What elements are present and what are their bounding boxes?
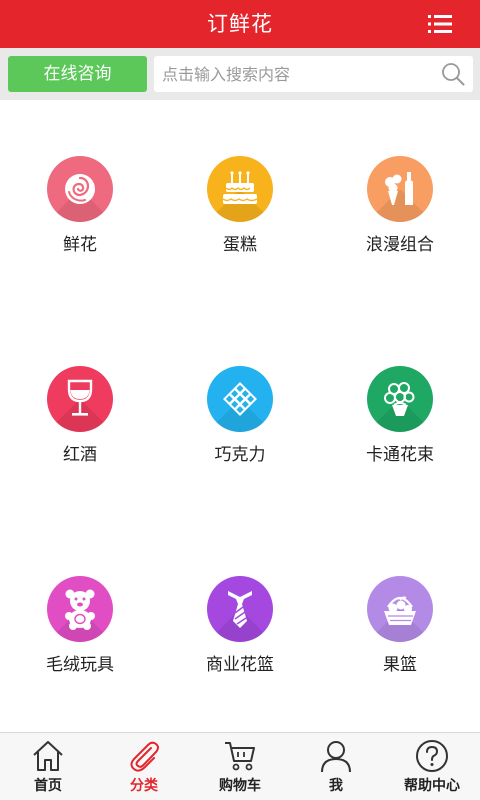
search-bar: 在线咨询: [0, 48, 480, 100]
category-fruit-basket[interactable]: 果篮: [320, 576, 480, 716]
category-chocolate[interactable]: 巧克力: [160, 366, 320, 506]
bouquet-bottle-icon: [385, 172, 413, 205]
cart-icon: [225, 742, 255, 771]
tab-label: 分类: [130, 778, 158, 794]
home-icon: [33, 741, 63, 771]
tab-label: 首页: [34, 778, 62, 794]
flower-bouquet-icon: [384, 382, 415, 416]
paperclip-icon: [130, 741, 159, 772]
category-icon-bg: [47, 366, 113, 432]
category-grid: 鲜花 蛋糕 浪漫组合 红酒 巧克力 卡通花束 毛绒玩具 商业花篮 果篮: [0, 100, 480, 732]
category-label: 毛绒玩具: [46, 655, 114, 675]
category-label: 蛋糕: [223, 235, 257, 255]
search-box[interactable]: [154, 56, 473, 92]
category-cartoon-bouquet[interactable]: 卡通花束: [320, 366, 480, 506]
category-icon-bg: [367, 576, 433, 642]
user-icon: [321, 741, 351, 773]
category-label: 红酒: [63, 445, 97, 465]
category-label: 果篮: [383, 655, 417, 675]
category-flowers[interactable]: 鲜花: [0, 156, 160, 296]
fruit-basket-icon: [384, 596, 416, 625]
category-plush-toys[interactable]: 毛绒玩具: [0, 576, 160, 716]
category-label: 商业花篮: [206, 655, 274, 675]
teddy-bear-icon: [65, 589, 95, 630]
tab-help-center[interactable]: 帮助中心: [384, 733, 480, 800]
necktie-icon: [228, 591, 252, 628]
category-cake[interactable]: 蛋糕: [160, 156, 320, 296]
list-menu-icon[interactable]: [428, 14, 452, 34]
tab-home[interactable]: 首页: [0, 733, 96, 800]
help-icon: [416, 740, 448, 772]
category-romantic-combo[interactable]: 浪漫组合: [320, 156, 480, 296]
tab-label: 购物车: [219, 778, 261, 794]
category-business-basket[interactable]: 商业花篮: [160, 576, 320, 716]
tab-label: 我: [329, 778, 343, 794]
cake-icon: [222, 171, 258, 204]
tab-category[interactable]: 分类: [96, 733, 192, 800]
category-icon-bg: [207, 576, 273, 642]
rose-icon: [65, 174, 95, 204]
tab-me[interactable]: 我: [288, 733, 384, 800]
category-icon-bg: [47, 576, 113, 642]
bottom-tab-bar: 首页 分类 购物车 我 帮助中心: [0, 732, 480, 800]
category-label: 鲜花: [63, 235, 97, 255]
online-consult-button[interactable]: 在线咨询: [8, 56, 147, 92]
tab-cart[interactable]: 购物车: [192, 733, 288, 800]
wine-glass-icon: [67, 379, 93, 416]
chocolate-icon: [223, 382, 257, 416]
page-title: 订鲜花: [207, 12, 273, 36]
category-icon-bg: [207, 366, 273, 432]
app-header: 订鲜花: [0, 0, 480, 48]
category-label: 浪漫组合: [366, 235, 434, 255]
category-label: 巧克力: [214, 445, 266, 465]
category-icon-bg: [207, 156, 273, 222]
category-red-wine[interactable]: 红酒: [0, 366, 160, 506]
search-icon[interactable]: [441, 62, 465, 86]
category-label: 卡通花束: [366, 445, 434, 465]
category-icon-bg: [47, 156, 113, 222]
category-icon-bg: [367, 156, 433, 222]
category-icon-bg: [367, 366, 433, 432]
search-input[interactable]: [162, 56, 432, 92]
tab-label: 帮助中心: [404, 778, 460, 794]
